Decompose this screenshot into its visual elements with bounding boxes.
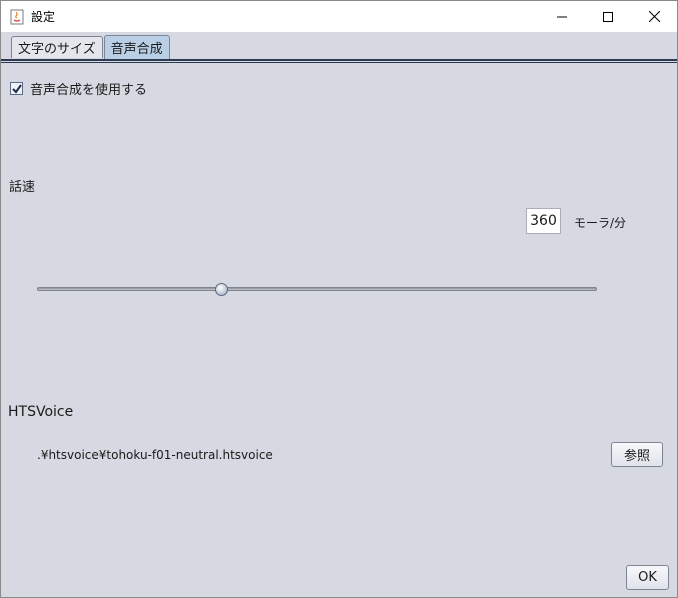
settings-window: 設定 文字のサイズ 音声合成 音声合成を使用する 話速 360 モーラ/分 HT… (0, 0, 678, 598)
htsvoice-path: .¥htsvoice¥tohoku-f01-neutral.htsvoice (37, 448, 273, 462)
checkmark-icon (11, 83, 22, 94)
htsvoice-label: HTSVoice (8, 404, 74, 420)
enable-synthesis-label: 音声合成を使用する (30, 83, 148, 98)
title-bar: 設定 (1, 1, 677, 32)
tab-strip: 文字のサイズ 音声合成 (11, 35, 171, 60)
window-title: 設定 (31, 10, 56, 24)
browse-button[interactable]: 参照 (611, 442, 663, 467)
speech-rate-slider[interactable] (37, 280, 597, 300)
speech-rate-label: 話速 (9, 180, 36, 195)
maximize-icon (603, 11, 613, 22)
java-app-icon (9, 9, 25, 25)
tab-font-size[interactable]: 文字のサイズ (11, 36, 103, 58)
tab-speech-synthesis[interactable]: 音声合成 (103, 35, 170, 59)
rate-input[interactable]: 360 (526, 208, 561, 234)
minimize-button[interactable] (539, 1, 585, 32)
close-icon (648, 11, 660, 22)
tab-divider (1, 59, 677, 61)
ok-button[interactable]: OK (626, 565, 669, 590)
rate-unit-label: モーラ/分 (574, 216, 627, 230)
close-button[interactable] (631, 1, 677, 32)
slider-track[interactable] (37, 287, 597, 291)
enable-synthesis-row[interactable]: 音声合成を使用する (10, 79, 147, 98)
tab-label: 音声合成 (110, 42, 163, 57)
minimize-icon (557, 16, 567, 17)
tab-label: 文字のサイズ (18, 42, 96, 57)
maximize-button[interactable] (585, 1, 631, 32)
slider-thumb[interactable] (215, 283, 229, 296)
enable-synthesis-checkbox[interactable] (10, 82, 23, 95)
tab-divider-lower (1, 62, 677, 63)
